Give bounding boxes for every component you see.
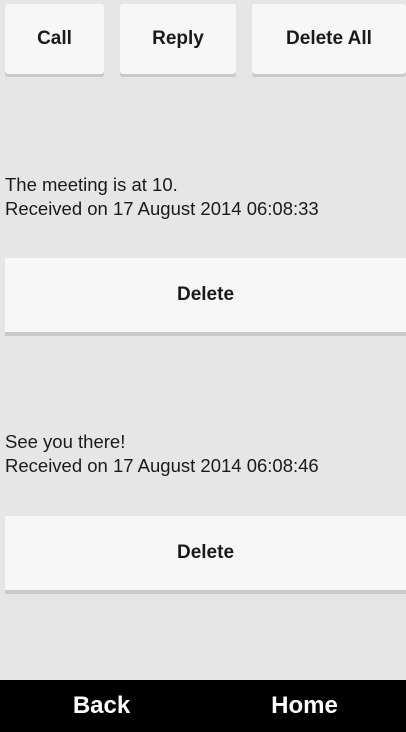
message-received-time: Received on 17 August 2014 06:08:46 [5,455,319,476]
delete-message-button[interactable]: Delete [5,516,406,590]
top-toolbar: Call Reply Delete All [0,0,406,80]
message-body: The meeting is at 10. [5,174,178,195]
delete-message-button[interactable]: Delete [5,258,406,332]
home-button[interactable]: Home [203,680,406,732]
reply-button[interactable]: Reply [120,4,236,74]
message-item: The meeting is at 10. Received on 17 Aug… [5,173,405,221]
delete-all-button[interactable]: Delete All [252,4,406,74]
back-button[interactable]: Back [0,680,203,732]
bottom-navigation-bar: Back Home [0,680,406,732]
call-button[interactable]: Call [5,4,104,74]
message-item: See you there! Received on 17 August 201… [5,430,405,478]
message-body: See you there! [5,431,126,452]
message-received-time: Received on 17 August 2014 06:08:33 [5,198,319,219]
